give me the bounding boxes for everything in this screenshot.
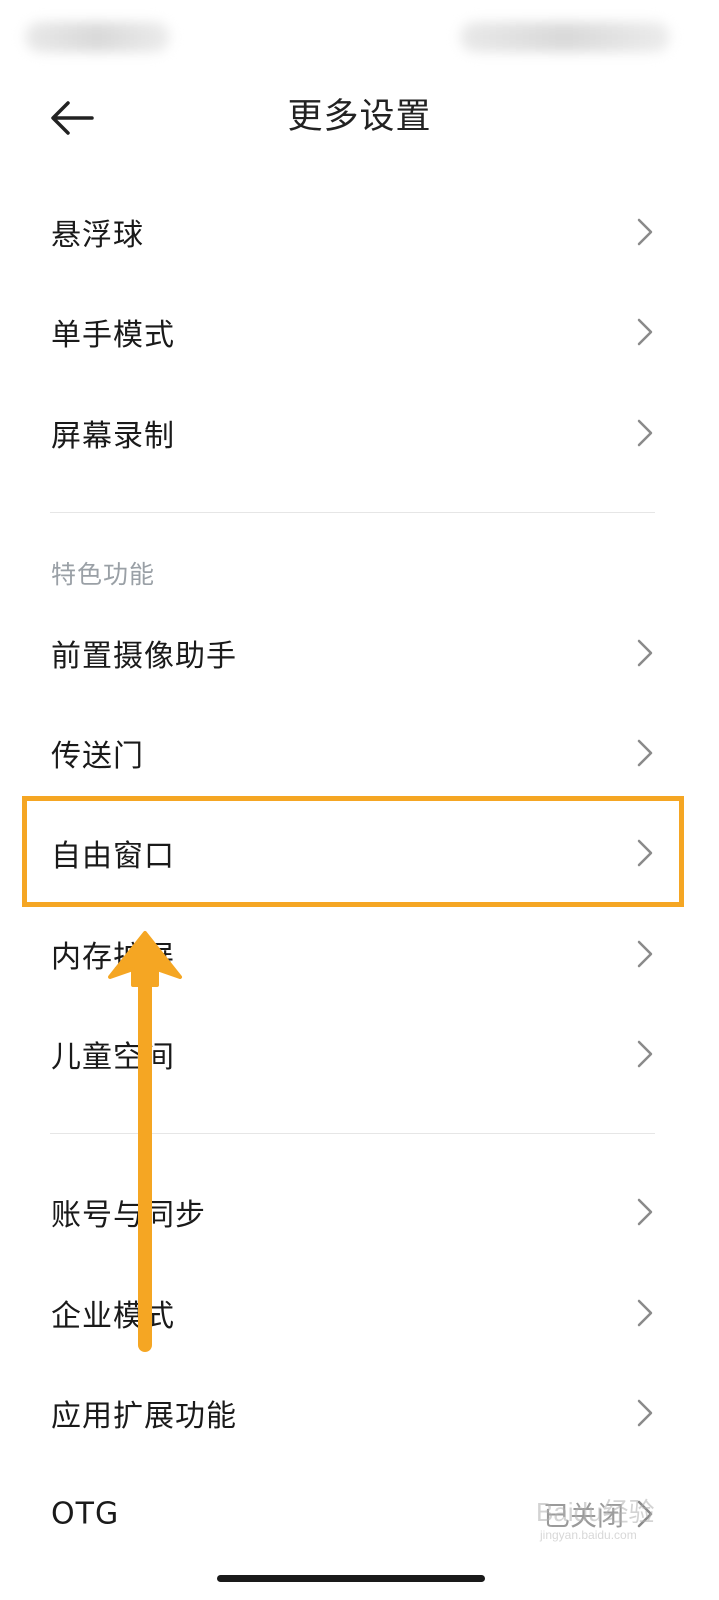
status-bar-icons-blurred — [460, 22, 670, 52]
section-divider — [50, 512, 655, 513]
settings-item-floating-ball[interactable]: 悬浮球 — [0, 182, 719, 282]
settings-item-free-window[interactable]: 自由窗口 — [0, 803, 719, 903]
settings-item-enterprise-mode[interactable]: 企业模式 — [0, 1263, 719, 1363]
settings-item-one-hand-mode[interactable]: 单手模式 — [0, 282, 719, 382]
settings-item-label: 企业模式 — [51, 1299, 175, 1334]
settings-item-front-camera-assistant[interactable]: 前置摄像助手 — [0, 603, 719, 703]
settings-item-portal[interactable]: 传送门 — [0, 703, 719, 803]
settings-item-account-sync[interactable]: 账号与同步 — [0, 1162, 719, 1262]
chevron-right-icon — [637, 318, 653, 346]
settings-item-label: 传送门 — [51, 739, 144, 774]
more-settings-screen: 更多设置 悬浮球 单手模式 屏幕录制 特色功能 前置摄像助手 传送门 自由窗口 … — [0, 0, 719, 1600]
chevron-right-icon — [637, 1198, 653, 1226]
settings-item-label: OTG — [51, 1496, 120, 1532]
settings-item-label: 前置摄像助手 — [51, 639, 237, 674]
settings-item-label: 单手模式 — [51, 318, 175, 353]
settings-item-kids-space[interactable]: 儿童空间 — [0, 1004, 719, 1104]
chevron-right-icon — [637, 739, 653, 767]
home-indicator[interactable] — [217, 1575, 485, 1582]
settings-item-label: 儿童空间 — [51, 1040, 175, 1075]
settings-item-screen-recording[interactable]: 屏幕录制 — [0, 383, 719, 483]
status-bar-time-blurred — [25, 22, 170, 52]
chevron-right-icon — [637, 1299, 653, 1327]
chevron-right-icon — [637, 839, 653, 867]
watermark-sub-text: jingyan.baidu.com — [540, 1528, 637, 1542]
chevron-right-icon — [637, 639, 653, 667]
watermark-main-text: Baidu经验 — [536, 1497, 655, 1527]
chevron-right-icon — [637, 1399, 653, 1427]
settings-item-label: 自由窗口 — [51, 839, 175, 874]
section-header-features: 特色功能 — [51, 560, 156, 589]
chevron-right-icon — [637, 419, 653, 447]
settings-item-label: 屏幕录制 — [51, 419, 175, 454]
chevron-right-icon — [637, 218, 653, 246]
section-divider — [50, 1133, 655, 1134]
settings-item-app-extensions[interactable]: 应用扩展功能 — [0, 1363, 719, 1463]
settings-item-memory-extension[interactable]: 内存扩展 — [0, 904, 719, 1004]
settings-item-label: 应用扩展功能 — [51, 1399, 237, 1434]
settings-item-label: 内存扩展 — [51, 940, 175, 975]
settings-item-label: 账号与同步 — [51, 1198, 206, 1233]
page-title: 更多设置 — [287, 97, 432, 137]
chevron-right-icon — [637, 1040, 653, 1068]
settings-item-label: 悬浮球 — [51, 218, 144, 253]
baidu-watermark: Baidu经验 jingyan.baidu.com — [536, 1490, 676, 1550]
chevron-right-icon — [637, 940, 653, 968]
